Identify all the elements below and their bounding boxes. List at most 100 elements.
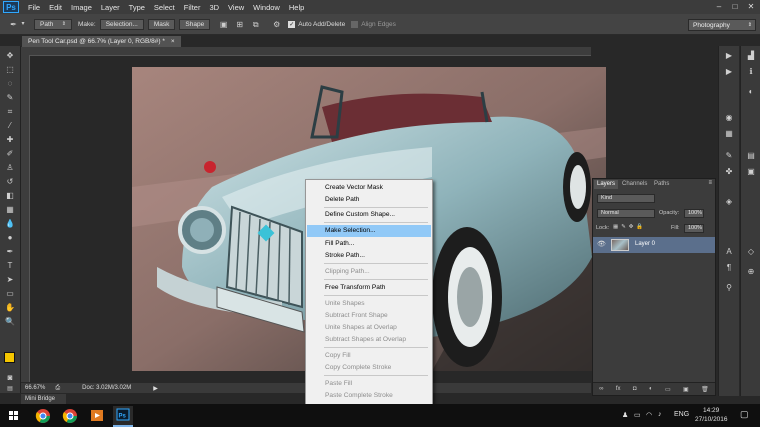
menu-create-vector-mask[interactable]: Create Vector Mask: [307, 182, 431, 194]
menu-select[interactable]: Select: [154, 3, 175, 12]
mini-bridge-tab[interactable]: Mini Bridge: [21, 394, 66, 404]
menu-type[interactable]: Type: [129, 3, 145, 12]
photoshop-taskbar-icon[interactable]: Ps: [113, 406, 133, 427]
menu-unite-shapes[interactable]: Unite Shapes: [307, 298, 431, 310]
workspace-switcher[interactable]: Photography ⇕: [688, 19, 756, 31]
path-mode-select[interactable]: Path ⇕: [34, 18, 72, 30]
actions-panel-icon[interactable]: ▶: [723, 66, 735, 78]
gradient-tool-icon[interactable]: ▦: [4, 204, 16, 215]
tab-paths[interactable]: Paths: [651, 180, 672, 189]
clone-source-panel-icon[interactable]: ✤: [723, 166, 735, 178]
align-edges-checkbox[interactable]: [351, 20, 359, 28]
tray-volume-icon[interactable]: ♪: [658, 411, 662, 418]
screen-mode-icon[interactable]: ▤: [4, 384, 16, 395]
menu-copy-complete-stroke[interactable]: Copy Complete Stroke: [307, 362, 431, 374]
eyedropper-tool-icon[interactable]: ⁄: [4, 120, 16, 131]
trash-icon[interactable]: 🗑: [701, 386, 709, 393]
menu-image[interactable]: Image: [71, 3, 92, 12]
history-brush-tool-icon[interactable]: ↺: [4, 176, 16, 187]
marquee-tool-icon[interactable]: ⬚: [4, 64, 16, 75]
properties-panel-icon[interactable]: ▤: [745, 150, 757, 162]
pen-tool-icon[interactable]: ✒: [8, 19, 19, 30]
menu-define-custom-shape[interactable]: Define Custom Shape...: [307, 209, 431, 221]
make-mask-button[interactable]: Mask: [147, 18, 176, 30]
menu-3d[interactable]: 3D: [209, 3, 219, 12]
hand-tool-icon[interactable]: ✋: [4, 302, 16, 313]
export-icon[interactable]: ⎙: [55, 385, 60, 392]
brush-tool-icon[interactable]: ✐: [4, 148, 16, 159]
menu-view[interactable]: View: [228, 3, 244, 12]
auto-add-delete-checkbox[interactable]: ✓: [288, 20, 296, 28]
layer-name[interactable]: Layer 0: [635, 241, 655, 247]
color-panel-icon[interactable]: ◉: [723, 112, 735, 124]
make-shape-button[interactable]: Shape: [179, 18, 211, 30]
blur-tool-icon[interactable]: 💧: [4, 218, 16, 229]
history-panel-icon[interactable]: ▶: [723, 50, 735, 62]
histogram-panel-icon[interactable]: ▟: [745, 50, 757, 62]
chrome-taskbar-icon[interactable]: [33, 406, 53, 425]
tray-time[interactable]: 14:29: [703, 407, 719, 414]
tray-network-icon[interactable]: ◠: [646, 411, 652, 419]
tab-channels[interactable]: Channels: [619, 180, 650, 189]
tab-layers[interactable]: Layers: [594, 180, 619, 189]
gear-icon[interactable]: ⚙: [271, 19, 282, 30]
path-selection-tool-icon[interactable]: ➤: [4, 274, 16, 285]
tray-battery-icon[interactable]: ▭: [634, 411, 641, 419]
media-player-taskbar-icon[interactable]: [87, 406, 107, 425]
new-group-icon[interactable]: ▭: [665, 386, 671, 393]
document-tab[interactable]: Pen Tool Car.psd @ 66.7% (Layer 0, RGB/8…: [22, 36, 181, 47]
menu-file[interactable]: File: [28, 3, 40, 12]
tool-preset-chevron-icon[interactable]: ▾: [20, 19, 26, 30]
styles-panel-icon[interactable]: ▣: [745, 166, 757, 178]
swatches-panel-icon[interactable]: ▦: [723, 128, 735, 140]
menu-paste-fill[interactable]: Paste Fill: [307, 378, 431, 390]
foreground-color-swatch[interactable]: [4, 352, 15, 363]
layers-panel-icon[interactable]: ◈: [723, 196, 735, 208]
menu-help[interactable]: Help: [289, 3, 304, 12]
pen-tool-icon[interactable]: ✒: [4, 246, 16, 257]
tray-date[interactable]: 27/10/2016: [695, 416, 728, 423]
make-selection-button[interactable]: Selection...: [99, 18, 144, 30]
close-tab-icon[interactable]: ×: [171, 38, 175, 45]
type-tool-icon[interactable]: T: [4, 260, 16, 271]
move-tool-icon[interactable]: ✥: [4, 50, 16, 61]
menu-unite-shapes-at-overlap[interactable]: Unite Shapes at Overlap: [307, 322, 431, 334]
maximize-icon[interactable]: □: [728, 2, 742, 12]
menu-subtract-front-shape[interactable]: Subtract Front Shape: [307, 310, 431, 322]
menu-free-transform-path[interactable]: Free Transform Path: [307, 282, 431, 294]
opacity-input[interactable]: 100%: [684, 209, 704, 218]
panel-menu-icon[interactable]: ≡: [708, 180, 712, 186]
adjustment-layer-icon[interactable]: ◐: [649, 386, 653, 392]
eye-icon[interactable]: 👁: [597, 240, 606, 248]
menu-filter[interactable]: Filter: [184, 3, 201, 12]
quick-mask-icon[interactable]: ◙: [4, 372, 16, 383]
zoom-tool-icon[interactable]: 🔍: [4, 316, 16, 327]
lock-icons[interactable]: ▦✎✥🔒: [613, 224, 646, 230]
path-alignment-icon[interactable]: ⊞: [234, 19, 245, 30]
adjustments-panel-icon[interactable]: ◐: [745, 86, 757, 98]
start-button[interactable]: [4, 406, 24, 425]
menu-fill-path[interactable]: Fill Path...: [307, 238, 431, 250]
menu-window[interactable]: Window: [253, 3, 280, 12]
path-operations-icon[interactable]: ▣: [218, 19, 229, 30]
layer-comps-panel-icon[interactable]: ◇: [745, 246, 757, 258]
menu-copy-fill[interactable]: Copy Fill: [307, 350, 431, 362]
minimize-icon[interactable]: –: [712, 2, 726, 12]
layer-row[interactable]: 👁 Layer 0: [593, 237, 715, 253]
menu-edit[interactable]: Edit: [49, 3, 62, 12]
tray-language[interactable]: ENG: [674, 411, 689, 418]
dodge-tool-icon[interactable]: ●: [4, 232, 16, 243]
chrome-taskbar-icon-2[interactable]: [60, 406, 80, 425]
status-menu-arrow-icon[interactable]: ▶: [153, 385, 158, 392]
menu-subtract-shapes-at-overlap[interactable]: Subtract Shapes at Overlap: [307, 334, 431, 346]
blend-mode-select[interactable]: Normal: [597, 209, 655, 218]
info-panel-icon[interactable]: ℹ: [745, 66, 757, 78]
tool-presets-panel-icon[interactable]: ⚲: [723, 282, 735, 294]
zoom-level[interactable]: 66.67%: [25, 385, 45, 391]
add-mask-icon[interactable]: ◘: [633, 386, 637, 392]
menu-layer[interactable]: Layer: [101, 3, 120, 12]
close-icon[interactable]: ✕: [744, 2, 758, 12]
menu-make-selection[interactable]: Make Selection...: [307, 225, 431, 237]
navigator-panel-icon[interactable]: ⊕: [745, 266, 757, 278]
brush-panel-icon[interactable]: ✎: [723, 150, 735, 162]
